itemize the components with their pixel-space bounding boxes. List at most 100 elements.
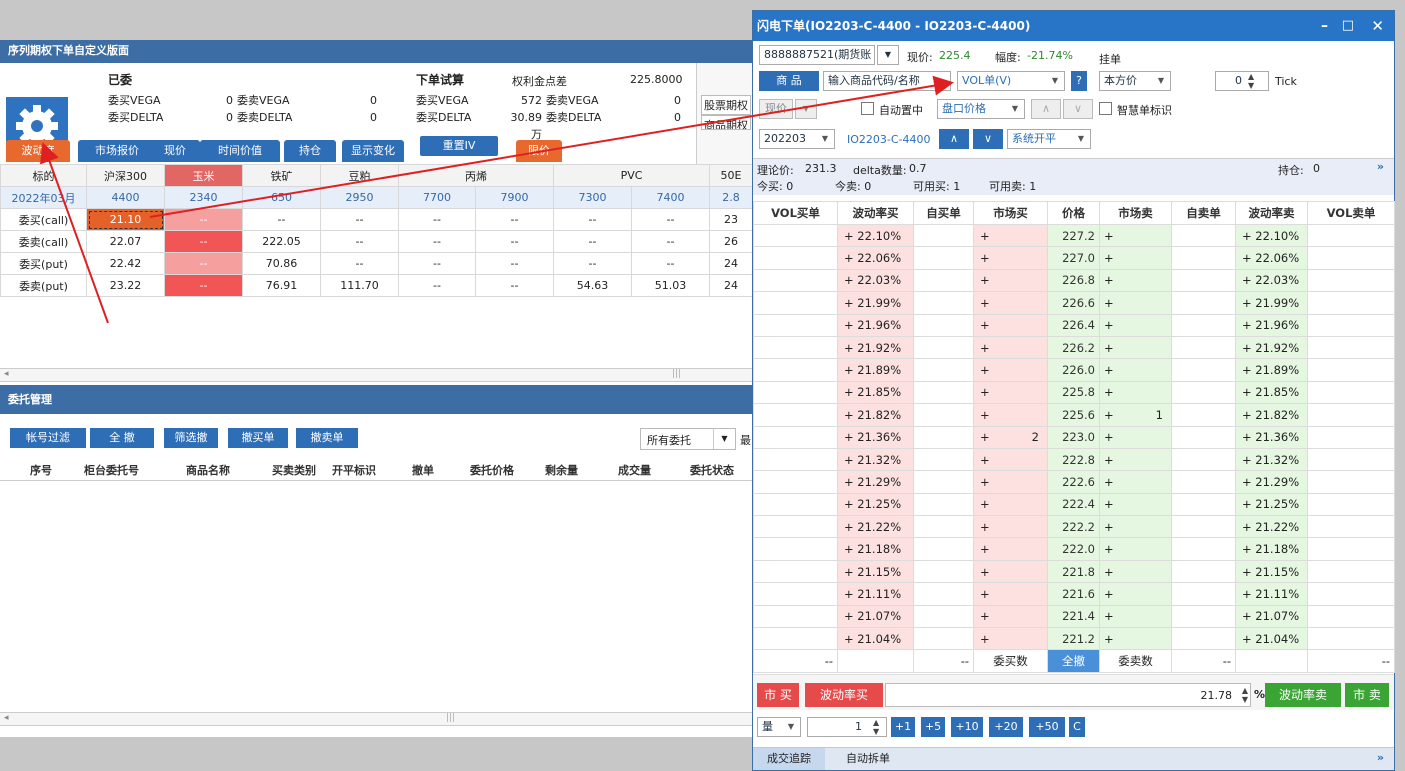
grid-horizontal-scrollbar[interactable]: ◂ ||| — [0, 368, 752, 382]
vol-buy-cell[interactable]: + 21.11% — [837, 582, 914, 606]
vol-sell-order-cell[interactable] — [1307, 604, 1395, 629]
vol-buy-cell[interactable]: + 21.82% — [837, 403, 914, 427]
market-sell-cell[interactable]: + — [1099, 604, 1172, 629]
market-buy-cell[interactable]: + — [973, 358, 1048, 382]
market-buy-cell[interactable]: + — [973, 223, 1048, 248]
vol-cell[interactable]: -- — [631, 230, 710, 253]
order-type-select[interactable]: VOL单(V) ▼ — [957, 71, 1065, 91]
vol-cell[interactable]: -- — [475, 230, 554, 253]
vol-buy-cell[interactable]: + 21.15% — [837, 559, 914, 584]
vol-sell-cell[interactable]: + 21.25% — [1235, 492, 1308, 517]
vol-buy-order-cell[interactable] — [753, 559, 838, 584]
vol-buy-order-cell[interactable] — [753, 627, 838, 651]
market-sell-cell[interactable]: + — [1099, 537, 1172, 561]
vol-sell-order-cell[interactable] — [1307, 291, 1395, 315]
own-buy-cell[interactable] — [913, 470, 974, 494]
minimize-icon[interactable]: – — [1321, 11, 1328, 41]
vol-sell-cell[interactable]: + 21.15% — [1235, 559, 1308, 584]
market-buy-cell[interactable]: + — [973, 268, 1048, 293]
own-sell-cell[interactable] — [1171, 627, 1236, 651]
vol-cell[interactable]: -- — [164, 274, 243, 297]
tab-trade-track[interactable]: 成交追踪 — [753, 748, 825, 770]
vol-sell-cell[interactable]: + 21.89% — [1235, 358, 1308, 382]
vol-cell[interactable]: 54.63 — [553, 274, 632, 297]
own-buy-cell[interactable] — [913, 380, 974, 405]
vol-sell-order-cell[interactable] — [1307, 582, 1395, 606]
market-buy-cell[interactable]: + — [973, 470, 1048, 494]
vol-sell-cell[interactable]: + 21.04% — [1235, 627, 1308, 651]
vol-cell[interactable]: -- — [398, 230, 476, 253]
vol-cell[interactable]: 76.91 — [242, 274, 321, 297]
vol-cell[interactable]: -- — [475, 274, 554, 297]
tab-show-change[interactable]: 显示变化 — [342, 140, 404, 162]
vol-cell[interactable]: -- — [553, 230, 632, 253]
market-sell-cell[interactable]: + — [1099, 627, 1172, 651]
side-price-select[interactable]: 本方价 ▼ — [1099, 71, 1171, 91]
market-buy-cell[interactable]: + — [973, 627, 1048, 651]
help-button[interactable]: ? — [1071, 71, 1087, 91]
vol-cell[interactable]: 22.07 — [86, 230, 165, 253]
vol-sell-order-cell[interactable] — [1307, 425, 1395, 449]
close-icon[interactable]: ✕ — [1371, 11, 1384, 41]
vol-sell-cell[interactable]: + 21.92% — [1235, 335, 1308, 360]
vol-sell-cell[interactable]: + 21.85% — [1235, 380, 1308, 405]
market-buy-cell[interactable]: + — [973, 604, 1048, 629]
market-buy-cell[interactable]: + — [973, 246, 1048, 270]
vol-buy-cell[interactable]: + 21.85% — [837, 380, 914, 405]
market-sell-cell[interactable]: + — [1099, 268, 1172, 293]
tab-auto-split[interactable]: 自动拆单 — [833, 748, 903, 770]
tab-market-quote[interactable]: 市场报价 — [78, 140, 156, 162]
vol-buy-cell[interactable]: + 21.99% — [837, 291, 914, 315]
market-sell-cell[interactable]: + — [1099, 425, 1172, 449]
chevron-down-icon[interactable]: ▼ — [795, 99, 817, 119]
own-sell-cell[interactable] — [1171, 537, 1236, 561]
cancel-buy-button[interactable]: 撤买单 — [228, 428, 288, 448]
vol-sell-cell[interactable]: + 21.07% — [1235, 604, 1308, 629]
own-sell-cell[interactable] — [1171, 604, 1236, 629]
vol-cell[interactable]: 24 — [709, 274, 753, 297]
vol-cell[interactable]: 23.22 — [86, 274, 165, 297]
own-buy-cell[interactable] — [913, 223, 974, 248]
market-sell-cell[interactable]: + — [1099, 313, 1172, 337]
own-buy-cell[interactable] — [913, 358, 974, 382]
qty-plus-20-button[interactable]: +20 — [989, 717, 1023, 737]
own-buy-cell[interactable] — [913, 559, 974, 584]
market-sell-cell[interactable]: + — [1099, 246, 1172, 270]
auto-center-checkbox[interactable] — [861, 102, 874, 115]
own-sell-cell[interactable] — [1171, 291, 1236, 315]
vol-sell-order-cell[interactable] — [1307, 537, 1395, 561]
market-sell-cell[interactable]: + — [1099, 447, 1172, 472]
own-sell-cell[interactable] — [1171, 470, 1236, 494]
vol-buy-order-cell[interactable] — [753, 604, 838, 629]
vol-buy-cell[interactable]: + 21.92% — [837, 335, 914, 360]
vol-sell-order-cell[interactable] — [1307, 403, 1395, 427]
tab-limit-price[interactable]: 限价 — [516, 140, 562, 162]
market-sell-button[interactable]: 市 卖 — [1345, 683, 1389, 707]
vol-cell[interactable]: -- — [320, 230, 399, 253]
market-buy-cell[interactable]: + — [973, 515, 1048, 539]
market-buy-cell[interactable]: + — [973, 291, 1048, 315]
market-sell-cell[interactable]: + — [1099, 223, 1172, 248]
vol-cell[interactable]: 70.86 — [242, 252, 321, 275]
vol-buy-order-cell[interactable] — [753, 313, 838, 337]
vol-buy-cell[interactable]: + 21.25% — [837, 492, 914, 517]
cancel-sell-button[interactable]: 撤卖单 — [296, 428, 358, 448]
vol-cell[interactable]: -- — [553, 252, 632, 275]
cancel-all-order-button[interactable]: 全撤 — [1047, 649, 1100, 673]
vol-cell[interactable]: 26 — [709, 230, 753, 253]
vol-buy-order-cell[interactable] — [753, 447, 838, 472]
reset-iv-button[interactable]: 重置IV — [420, 136, 498, 156]
qty-select[interactable]: 量 ▼ — [757, 717, 801, 737]
account-filter-button[interactable]: 帐号过滤 — [10, 428, 86, 448]
vol-sell-cell[interactable]: + 21.82% — [1235, 403, 1308, 427]
vol-buy-order-cell[interactable] — [753, 492, 838, 517]
market-sell-cell[interactable]: + — [1099, 335, 1172, 360]
vol-cell[interactable]: 51.03 — [631, 274, 710, 297]
vol-cell[interactable]: -- — [242, 208, 321, 231]
vol-sell-cell[interactable]: + 21.32% — [1235, 447, 1308, 472]
own-buy-cell[interactable] — [913, 447, 974, 472]
vol-cell[interactable]: 222.05 — [242, 230, 321, 253]
market-sell-cell[interactable]: + — [1099, 291, 1172, 315]
vol-cell[interactable]: -- — [553, 208, 632, 231]
own-buy-cell[interactable] — [913, 627, 974, 651]
